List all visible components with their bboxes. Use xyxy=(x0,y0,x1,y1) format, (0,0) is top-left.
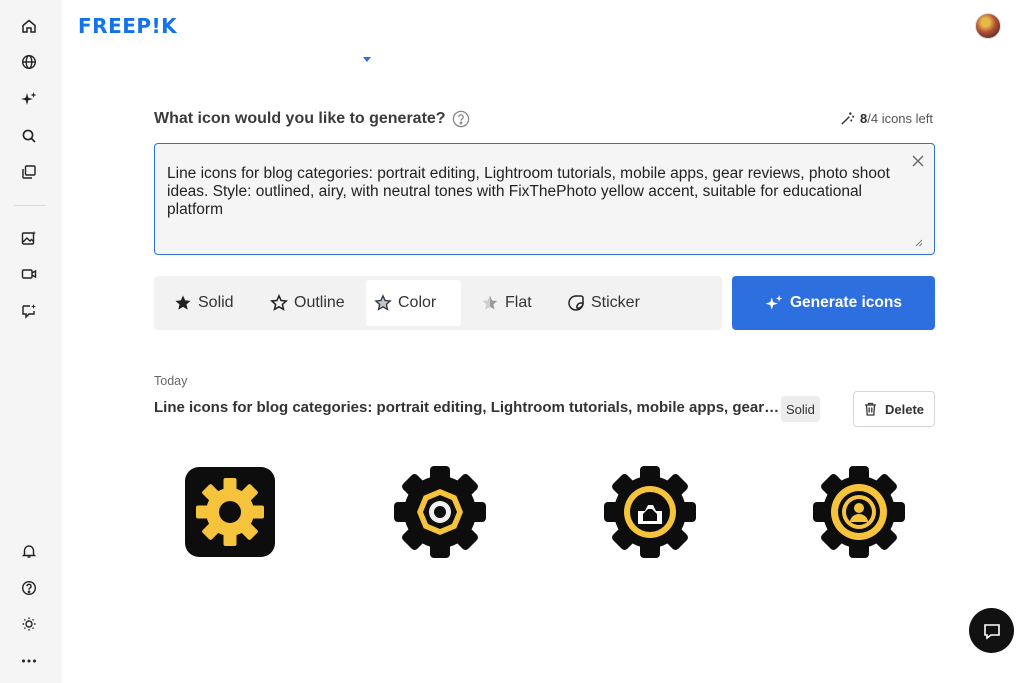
trash-icon xyxy=(864,402,876,416)
prompt-text[interactable]: Line icons for blog categories: portrait… xyxy=(167,165,897,219)
gear-camera-icon xyxy=(604,466,696,558)
result-icon-1[interactable] xyxy=(184,466,276,558)
chat-support-button[interactable] xyxy=(969,608,1014,653)
magic-wand-icon xyxy=(841,112,855,125)
chevron-down-icon[interactable] xyxy=(363,57,371,62)
bell-icon[interactable] xyxy=(18,540,40,562)
search-icon[interactable] xyxy=(18,125,40,147)
style-outline[interactable]: Outline xyxy=(262,280,353,326)
style-sticker[interactable]: Sticker xyxy=(559,280,648,326)
style-label: Flat xyxy=(505,294,532,311)
history-prompt-title: Line icons for blog categories: portrait… xyxy=(154,399,780,416)
generate-icons-button[interactable]: Generate icons xyxy=(732,276,935,330)
help-circle-icon[interactable] xyxy=(18,577,40,599)
sun-icon[interactable] xyxy=(18,613,40,635)
result-icon-3[interactable] xyxy=(604,466,696,558)
sidebar-divider xyxy=(14,205,46,206)
prompt-textarea[interactable]: Line icons for blog categories: portrait… xyxy=(154,143,935,255)
outline-star-icon xyxy=(270,294,288,311)
avatar[interactable] xyxy=(975,13,1001,39)
close-icon[interactable] xyxy=(911,154,925,168)
help-circle-icon[interactable] xyxy=(452,110,470,128)
chat-icon xyxy=(983,623,1000,640)
style-flat[interactable]: Flat xyxy=(473,280,540,326)
collections-icon[interactable] xyxy=(18,161,40,183)
style-label: Solid xyxy=(198,294,234,311)
sidebar xyxy=(0,0,62,683)
sticker-icon xyxy=(568,295,584,311)
delete-label: Delete xyxy=(884,401,925,417)
globe-icon[interactable] xyxy=(18,51,40,73)
style-solid[interactable]: Solid xyxy=(166,280,242,326)
color-star-icon xyxy=(374,294,392,311)
sparkles-icon[interactable] xyxy=(18,88,40,110)
style-selector: Solid Outline Color Flat Sticker xyxy=(154,276,722,330)
generate-label: Generate icons xyxy=(790,294,902,311)
delete-button[interactable]: Delete xyxy=(853,391,935,427)
chat-sparkle-icon[interactable] xyxy=(18,300,40,322)
image-generator-icon[interactable] xyxy=(18,227,40,249)
credits-counter: 8/4 icons left xyxy=(840,111,933,126)
style-color[interactable]: Color xyxy=(366,280,461,326)
gear-aperture-icon xyxy=(394,466,486,558)
credits-rest: /4 icons left xyxy=(867,111,933,126)
gear-user-icon xyxy=(813,466,905,558)
result-icon-2[interactable] xyxy=(394,466,486,558)
freepik-logo[interactable]: FREEP!K xyxy=(78,14,177,38)
flat-star-icon xyxy=(482,295,498,310)
history-day-label: Today xyxy=(154,374,188,388)
style-label: Sticker xyxy=(591,294,640,311)
solid-star-icon xyxy=(175,295,191,310)
prompt-heading: What icon would you like to generate? xyxy=(154,110,470,128)
prompt-heading-text: What icon would you like to generate? xyxy=(154,110,446,127)
sparkles-icon xyxy=(765,295,783,310)
home-icon[interactable] xyxy=(18,15,40,37)
more-icon[interactable] xyxy=(18,650,40,672)
gear-square-icon xyxy=(185,467,275,557)
video-icon[interactable] xyxy=(18,263,40,285)
result-icon-4[interactable] xyxy=(813,466,905,558)
style-label: Outline xyxy=(294,294,345,311)
resize-handle[interactable] xyxy=(915,234,923,247)
style-badge: Solid xyxy=(781,396,820,422)
style-label: Color xyxy=(398,294,437,311)
